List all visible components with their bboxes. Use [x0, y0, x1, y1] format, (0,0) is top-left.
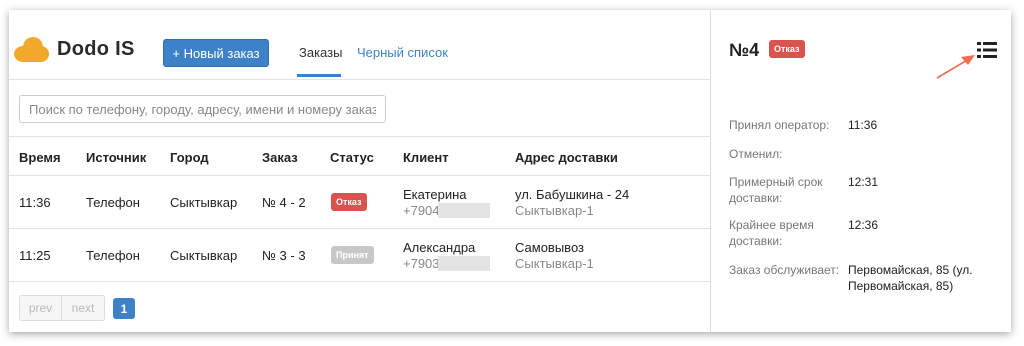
row-city: Сыктывкар — [170, 195, 238, 210]
status-badge: Отказ — [331, 193, 367, 211]
detail-value: 12:36 — [848, 218, 879, 232]
row-source: Телефон — [86, 195, 140, 210]
logo[interactable]: Dodo IS — [13, 36, 135, 62]
row-time: 11:25 — [19, 248, 51, 263]
detail-label: Крайнее время доставки: — [729, 218, 814, 248]
row-order-number: № 3 - 3 — [262, 248, 306, 263]
redacted-phone — [438, 203, 490, 218]
detail-value: 12:31 — [848, 175, 879, 189]
divider — [9, 228, 710, 229]
divider — [9, 136, 710, 137]
row-order-number: № 4 - 2 — [262, 195, 306, 210]
row-address-sub: Сыктывкар-1 — [515, 203, 594, 218]
detail-value: 11:36 — [848, 118, 878, 132]
column-header-order[interactable]: Заказ — [262, 150, 298, 165]
new-order-button[interactable]: + Новый заказ — [163, 39, 269, 67]
row-client-name: Александра — [403, 240, 476, 255]
pagination: prev next — [19, 295, 105, 321]
row-address: ул. Бабушкина - 24 — [515, 187, 630, 202]
row-client-name: Екатерина — [403, 187, 467, 202]
app-window: Dodo IS + Новый заказ Заказы Черный спис… — [9, 10, 1011, 332]
app-name: Dodo IS — [57, 37, 135, 60]
order-number-title: №4 — [729, 40, 760, 60]
top-navbar: Dodo IS + Новый заказ Заказы Черный спис… — [9, 10, 710, 80]
arrow-icon — [936, 55, 975, 79]
redacted-phone — [438, 256, 490, 271]
column-header-source[interactable]: Источник — [86, 150, 146, 165]
order-details-panel: №4 Отказ Принял оператор: 11:36 Отменил:… — [710, 10, 1011, 332]
row-address-sub: Сыктывкар-1 — [515, 256, 594, 271]
status-badge: Принят — [331, 246, 374, 264]
row-address: Самовывоз — [515, 240, 584, 255]
row-client-phone: +7904 — [403, 203, 440, 218]
next-page-button[interactable]: next — [62, 296, 104, 320]
column-header-address[interactable]: Адрес доставки — [515, 150, 618, 165]
status-badge: Отказ — [769, 40, 805, 58]
tab-blacklist[interactable]: Черный список — [357, 45, 448, 60]
list-icon[interactable] — [977, 41, 997, 59]
detail-value: Первомайская, 85 (ул. Первомайская, 85) — [848, 263, 973, 293]
detail-label: Принял оператор: — [729, 118, 830, 132]
search-input[interactable] — [19, 95, 386, 123]
prev-page-button[interactable]: prev — [20, 296, 62, 320]
active-tab-indicator — [297, 74, 341, 77]
detail-label: Отменил: — [729, 147, 783, 161]
row-source: Телефон — [86, 248, 140, 263]
column-header-client[interactable]: Клиент — [403, 150, 449, 165]
cloud-logo-icon — [14, 37, 49, 62]
column-header-status[interactable]: Статус — [330, 150, 374, 165]
column-header-city[interactable]: Город — [170, 150, 209, 165]
divider — [9, 175, 710, 176]
detail-label: Заказ обслуживает: — [729, 263, 840, 277]
page-1-button[interactable]: 1 — [113, 298, 135, 319]
row-time: 11:36 — [19, 195, 51, 210]
row-city: Сыктывкар — [170, 248, 238, 263]
divider — [9, 281, 710, 282]
detail-label: Примерный срок доставки: — [729, 175, 823, 205]
row-client-phone: +7903 — [403, 256, 440, 271]
tab-orders[interactable]: Заказы — [299, 45, 342, 60]
column-header-time[interactable]: Время — [19, 150, 61, 165]
